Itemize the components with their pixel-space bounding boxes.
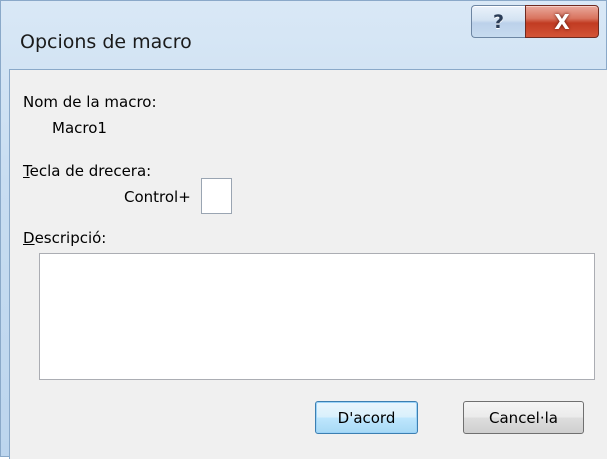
- description-textarea[interactable]: [39, 253, 595, 380]
- macro-options-dialog: Opcions de macro ? X Nom de la macro: Ma…: [0, 0, 607, 459]
- shortcut-prefix: Control+: [124, 188, 191, 206]
- help-button[interactable]: ?: [471, 5, 525, 38]
- help-icon: ?: [492, 10, 505, 33]
- shortcut-key-label-text: ecla de drecera:: [29, 162, 152, 180]
- shortcut-key-hotkey: T: [23, 162, 30, 180]
- description-label-text: escripció:: [34, 229, 107, 247]
- dialog-title: Opcions de macro: [20, 31, 192, 53]
- close-icon: X: [554, 9, 570, 34]
- shortcut-key-input[interactable]: [201, 178, 232, 214]
- caption-buttons: ? X: [471, 5, 599, 38]
- close-button[interactable]: X: [525, 5, 599, 38]
- ok-button[interactable]: D'acord: [315, 401, 418, 434]
- macro-name-label: Nom de la macro:: [23, 93, 157, 111]
- description-label: Descripció:: [23, 229, 106, 247]
- title-bar[interactable]: Opcions de macro ? X: [1, 1, 606, 53]
- cancel-button[interactable]: Cancel·la: [463, 401, 584, 434]
- shortcut-key-label: Tecla de drecera:: [23, 162, 151, 180]
- dialog-body: Nom de la macro: Macro1 Tecla de drecera…: [9, 69, 607, 459]
- macro-name-value: Macro1: [52, 119, 107, 137]
- description-hotkey: D: [23, 229, 35, 247]
